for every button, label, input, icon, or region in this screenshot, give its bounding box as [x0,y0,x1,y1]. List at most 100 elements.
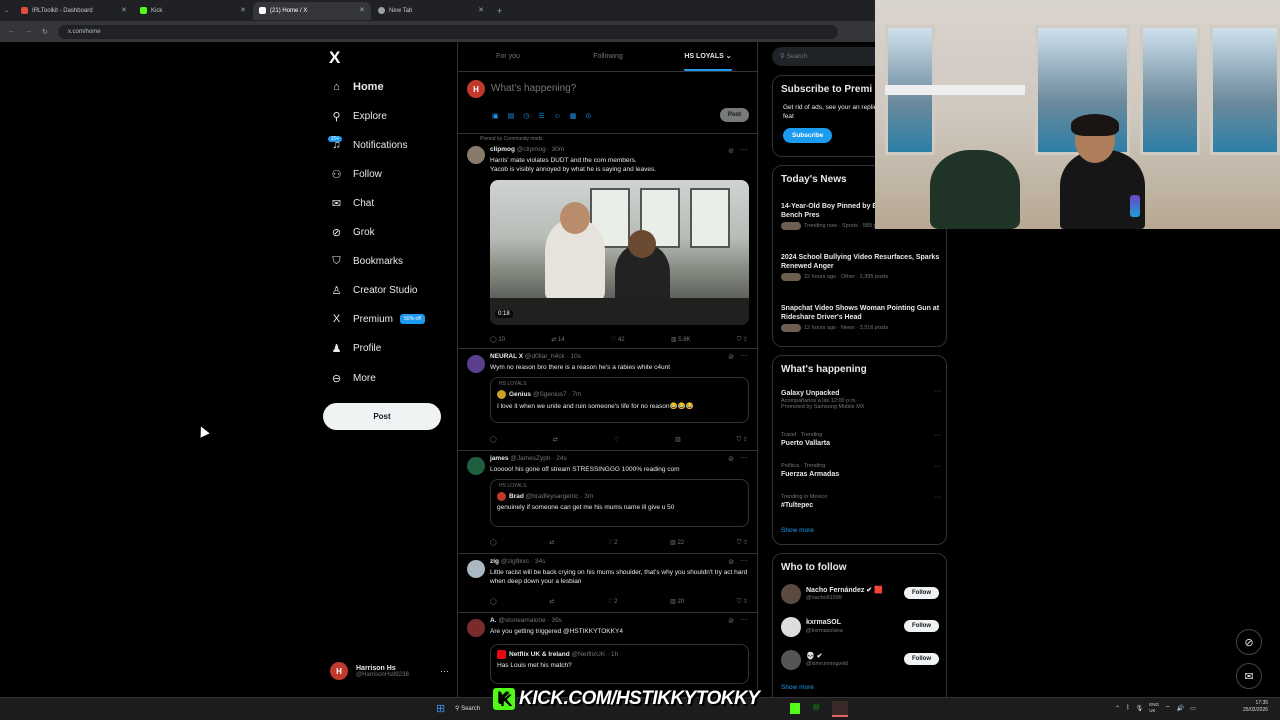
avatar[interactable] [467,619,485,637]
trend-item[interactable]: Travel · Trending Puerto Vallarta ··· [781,432,941,447]
show-more-link[interactable]: Show more [781,684,814,691]
avatar[interactable] [467,355,485,373]
nav-home[interactable]: ⌂ Home [330,77,383,97]
close-icon[interactable]: ✕ [121,6,127,14]
grok-icon[interactable]: ⊘ [728,353,734,361]
tweet[interactable]: A. @stoneamalone · 39s ⊘ ··· Are you gett… [458,613,757,697]
mic-icon[interactable]: 🎙 [1136,705,1144,712]
post-button[interactable]: Post [323,403,441,430]
forward-icon[interactable]: → [25,28,32,35]
nav-follow[interactable]: ⚇ Follow [330,164,382,184]
bookmark-share-buttons[interactable]: ⛉ ⇪ [737,598,748,606]
follow-suggestion[interactable]: Nacho Fernández ✔ 🟥 @nacho81999 Follow [781,583,941,605]
close-icon[interactable]: ✕ [240,6,246,14]
wifi-icon[interactable]: ⌔ [1165,704,1171,712]
grok-icon[interactable]: ⊘ [728,617,734,625]
avatar[interactable] [467,457,485,475]
messages-floating-button[interactable]: ✉ [1236,663,1262,689]
tab-x-home[interactable]: (21) Home / X ✕ [253,1,372,20]
compose-input[interactable]: What's happening? [491,83,576,94]
nav-grok[interactable]: ⊘ Grok [330,222,375,242]
more-icon[interactable]: ··· [934,388,941,395]
more-icon[interactable]: ··· [934,432,941,439]
tweet[interactable]: Pinned by Community mods clipmog @clipmo… [458,134,757,349]
repost-button[interactable]: ⇄ [553,436,558,444]
kick-app-icon[interactable] [790,703,800,714]
nav-chat[interactable]: ✉ Chat [330,193,374,213]
taskbar-search[interactable]: ⚲ Search [455,702,495,717]
like-button[interactable]: ♡ 2 [607,539,617,547]
author-name[interactable]: zig [490,558,499,565]
nav-profile[interactable]: ♟ Profile [330,338,382,358]
more-icon[interactable]: ··· [740,556,748,565]
more-icon[interactable]: ··· [440,666,449,676]
xbox-icon[interactable]: ⊗ [812,702,820,713]
tweet[interactable]: NEURAL X @d0llar_h4ck · 10s ⊘ ··· Wym no … [458,349,757,451]
reply-button[interactable]: ◯ [490,539,497,547]
avatar[interactable] [467,560,485,578]
subscribe-button[interactable]: Subscribe [783,128,833,143]
trend-item[interactable]: Política · Trending Fuerzas Armadas ··· [781,463,941,478]
nav-explore[interactable]: ⚲ Explore [330,106,386,126]
close-icon[interactable]: ✕ [478,6,484,14]
grok-icon[interactable]: ⊘ [728,558,734,566]
reload-icon[interactable]: ↻ [42,28,48,36]
tweet[interactable]: zig @zig9kxc · 34s ⊘ ··· Little racist wi… [458,554,757,613]
follow-suggestion[interactable]: 💀 ✔ @ismrunningwild Follow [781,649,941,671]
repost-button[interactable]: ⇄ [549,598,554,606]
author-name[interactable]: clipmog [490,146,515,153]
repost-button[interactable]: ⇄ 14 [551,336,564,344]
views-button[interactable]: ▥ 22 [670,539,684,547]
clock[interactable]: 17:35 25/02/2026 [1243,700,1268,714]
bluetooth-icon[interactable]: ᛒ [1126,705,1130,711]
close-icon[interactable]: ✕ [359,6,365,14]
nav-premium[interactable]: X Premium 50% off [330,309,425,329]
language-indicator[interactable]: ENG UK [1149,702,1159,714]
bookmark-share-buttons[interactable]: ⛉ ⇪ [737,539,748,547]
like-button[interactable]: ♡ 42 [611,336,625,344]
show-more-link[interactable]: Show more [781,527,814,534]
tab-for-you[interactable]: For you [458,42,558,71]
like-button[interactable]: ♡ [614,436,619,444]
quoted-tweet[interactable]: HS LOYALS Brad @bradleysargentc · 3m gen… [490,479,749,527]
chevron-up-icon[interactable]: ⌃ [1115,705,1120,712]
search-input[interactable]: ⚲ Search [772,47,882,66]
repost-button[interactable]: ⇄ [549,539,554,547]
x-logo-icon[interactable]: X [329,48,340,68]
follow-button[interactable]: Follow [904,587,939,599]
battery-icon[interactable]: ▭ [1190,705,1196,712]
author-name[interactable]: A. [490,617,497,624]
reply-button[interactable]: ◯ [490,598,497,606]
trend-item[interactable]: Galaxy Unpacked Acompáñanos a las 12:00 p… [781,388,941,410]
news-item[interactable]: 2024 School Bullying Video Resurfaces, S… [781,253,941,281]
tab-new-tab[interactable]: New Tab ✕ [372,2,490,20]
tweet-video[interactable]: 0:18 [490,180,749,325]
views-button[interactable]: ▥ [675,436,681,444]
nav-more[interactable]: ⊖ More [330,368,376,388]
composer-post-button[interactable]: Post [720,108,750,122]
tab-irltoolkit[interactable]: IRLToolkit - Dashboard ✕ [15,2,133,20]
app-icon[interactable] [832,701,848,717]
author-name[interactable]: NEURAL X [490,353,523,360]
windows-start-icon[interactable]: ⊞ [436,702,445,715]
composer-tool-icons[interactable]: ▣▤◷☰☺▦⊙ [492,112,600,120]
grok-icon[interactable]: ⊘ [728,147,734,155]
trend-item[interactable]: Trending in Mexico #Tultepec ··· [781,494,941,509]
quoted-tweet[interactable]: Netflix UK & Ireland @NetflixUK · 1h Has… [490,644,749,684]
quoted-tweet[interactable]: HS LOYALS Genius @Sgenius7 · 7m I love i… [490,377,749,423]
avatar[interactable] [467,146,485,164]
nav-creator-studio[interactable]: ♙ Creator Studio [330,280,418,300]
nav-bookmarks[interactable]: ⛉ Bookmarks [330,251,403,271]
more-icon[interactable]: ··· [740,453,748,462]
follow-button[interactable]: Follow [904,653,939,665]
news-item[interactable]: Snapchat Video Shows Woman Pointing Gun … [781,304,941,332]
more-icon[interactable]: ··· [934,494,941,501]
follow-suggestion[interactable]: kxrmaSOL @kxrmasolana Follow [781,616,941,638]
tab-hs-loyals[interactable]: HS LOYALS ⌄ [658,42,757,71]
reply-button[interactable]: ◯ 10 [490,336,505,344]
back-icon[interactable]: ← [8,28,15,35]
grok-floating-button[interactable]: ⊘ [1236,629,1262,655]
tweet[interactable]: james @JamesZyph · 24s ⊘ ··· Looooo! his … [458,451,757,554]
new-tab-icon[interactable]: + [497,6,502,16]
tab-kick[interactable]: Kick ✕ [134,2,252,20]
